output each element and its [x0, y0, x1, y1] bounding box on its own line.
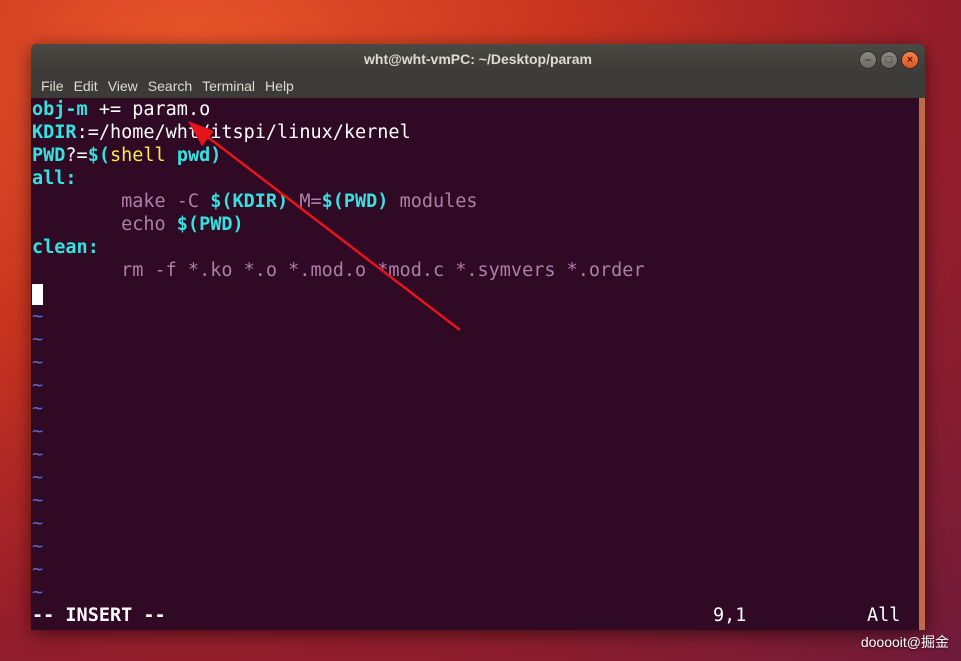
window-title: wht@wht-vmPC: ~/Desktop/param	[364, 51, 592, 67]
code-token: $(	[87, 145, 110, 166]
code-token: modules	[388, 191, 478, 212]
status-line: -- INSERT -- 9,1 All	[31, 604, 919, 627]
code-token: pwd)	[165, 145, 222, 166]
code-token: clean:	[32, 237, 99, 258]
watermark: dooooit@掘金	[860, 634, 949, 650]
empty-line-marker: ~	[32, 559, 44, 580]
terminal-window: wht@wht-vmPC: ~/Desktop/param – □ × File…	[31, 44, 925, 630]
code-token: $(KDIR)	[210, 191, 289, 212]
empty-line-marker: ~	[32, 421, 44, 442]
empty-line-marker: ~	[32, 582, 44, 603]
code-token: :=/home/wht/itspi/linux/kernel	[76, 122, 411, 143]
close-button[interactable]: ×	[901, 51, 919, 69]
code-token: make -C	[32, 191, 211, 212]
vim-mode-indicator: -- INSERT --	[32, 605, 166, 626]
cursor-position: 9,1	[713, 605, 747, 626]
code-token: M=	[288, 191, 322, 212]
cursor-line	[31, 282, 919, 305]
code-token: echo	[32, 214, 177, 235]
empty-line-marker: ~	[32, 490, 44, 511]
title-bar[interactable]: wht@wht-vmPC: ~/Desktop/param – □ ×	[31, 44, 925, 74]
code-line: all:	[31, 167, 919, 190]
code-line: KDIR:=/home/wht/itspi/linux/kernel	[31, 121, 919, 144]
menu-terminal[interactable]: Terminal	[197, 78, 260, 94]
code-token: PWD	[32, 145, 66, 166]
empty-line-marker: ~	[32, 352, 44, 373]
scrollbar[interactable]	[919, 98, 925, 630]
text-cursor	[32, 283, 43, 305]
code-line: obj-m += param.o	[31, 98, 919, 121]
code-token: all:	[32, 168, 77, 189]
menu-help[interactable]: Help	[260, 78, 299, 94]
menu-search[interactable]: Search	[143, 78, 197, 94]
code-line: make -C $(KDIR) M=$(PWD) modules	[31, 190, 919, 213]
code-line: rm -f *.ko *.o *.mod.o *mod.c *.symvers …	[31, 259, 919, 282]
code-token: KDIR	[32, 122, 77, 143]
menu-edit[interactable]: Edit	[69, 78, 103, 94]
code-line: echo $(PWD)	[31, 213, 919, 236]
code-token: obj-m	[32, 99, 88, 120]
empty-line-marker: ~	[32, 536, 44, 557]
empty-line-marker: ~	[32, 306, 44, 327]
empty-line-marker: ~	[32, 398, 44, 419]
maximize-button[interactable]: □	[880, 51, 898, 69]
menu-bar: File Edit View Search Terminal Help	[31, 74, 925, 98]
empty-line-marker: ~	[32, 513, 44, 534]
window-controls: – □ ×	[859, 51, 919, 69]
empty-line-marker: ~	[32, 444, 44, 465]
code-token: rm -f *.ko *.o *.mod.o *mod.c *.symvers …	[32, 260, 645, 281]
minimize-button[interactable]: –	[859, 51, 877, 69]
code-token: ?=	[65, 145, 88, 166]
code-line: PWD?=$(shell pwd)	[31, 144, 919, 167]
empty-line-marker: ~	[32, 329, 44, 350]
code-token: shell	[109, 145, 166, 166]
terminal-content[interactable]: obj-m += param.o KDIR:=/home/wht/itspi/li…	[31, 98, 919, 630]
scroll-position: All	[867, 605, 901, 626]
menu-file[interactable]: File	[36, 78, 69, 94]
menu-view[interactable]: View	[103, 78, 143, 94]
empty-line-marker: ~	[32, 467, 44, 488]
empty-line-marker: ~	[32, 375, 44, 396]
code-line: clean:	[31, 236, 919, 259]
code-token: += param.o	[87, 99, 211, 120]
code-token: $(PWD)	[176, 214, 244, 235]
code-token: $(PWD)	[321, 191, 389, 212]
